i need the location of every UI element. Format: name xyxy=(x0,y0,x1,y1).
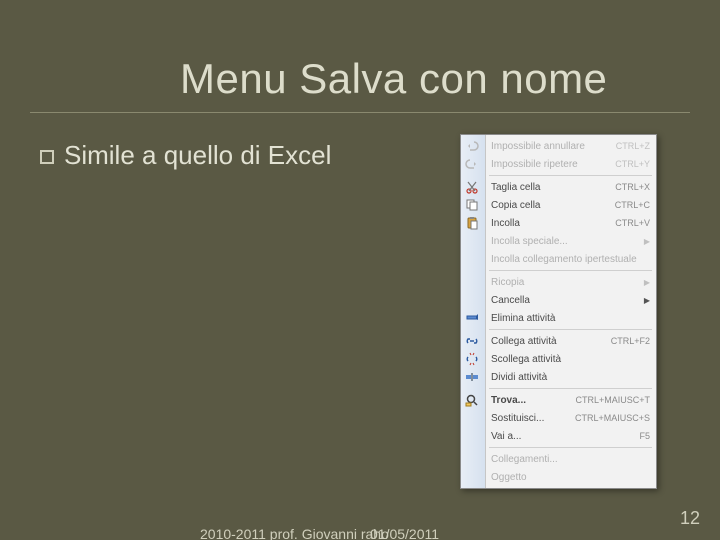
menu-item-shortcut: CTRL+Y xyxy=(615,159,650,169)
menu-item: Collegamenti... xyxy=(461,450,656,468)
menu-item-shortcut: CTRL+F2 xyxy=(611,336,650,346)
copy-icon xyxy=(465,198,479,212)
menu-separator xyxy=(489,175,652,176)
presentation-slide: Menu Salva con nome Simile a quello di E… xyxy=(0,0,720,540)
menu-item[interactable]: Incolla CTRL+V xyxy=(461,214,656,232)
menu-item-shortcut: CTRL+MAIUSC+T xyxy=(575,395,650,405)
menu-item[interactable]: Elimina attività xyxy=(461,309,656,327)
menu-separator xyxy=(489,447,652,448)
submenu-arrow-icon: ▶ xyxy=(644,237,650,246)
menu-item-shortcut: CTRL+C xyxy=(615,200,650,210)
menu-item-shortcut: CTRL+V xyxy=(615,218,650,228)
menu-item-label: Incolla speciale... xyxy=(491,236,638,247)
menu-item-label: Copia cella xyxy=(491,200,609,211)
blank-icon xyxy=(465,452,479,466)
footer-date: 01/05/2011 xyxy=(370,526,439,540)
menu-item: Ricopia ▶ xyxy=(461,273,656,291)
find-icon xyxy=(465,393,479,407)
menu-item-label: Incolla collegamento ipertestuale xyxy=(491,254,650,265)
footer-author: 2010-2011 prof. Giovanni raho xyxy=(200,526,389,540)
menu-item: Oggetto xyxy=(461,468,656,486)
blank-icon xyxy=(465,470,479,484)
slide-body: Simile a quello di Excel xyxy=(40,140,331,171)
menu-separator xyxy=(489,270,652,271)
body-text-content: Simile a quello di Excel xyxy=(64,140,331,171)
menu-item-label: Elimina attività xyxy=(491,313,650,324)
menu-item-label: Impossibile ripetere xyxy=(491,159,609,170)
delete-icon xyxy=(465,311,479,325)
menu-item-label: Impossibile annullare xyxy=(491,141,610,152)
undo-icon xyxy=(465,139,479,153)
menu-item[interactable]: Taglia cella CTRL+X xyxy=(461,178,656,196)
title-underline xyxy=(30,112,690,113)
menu-item-label: Ricopia xyxy=(491,277,638,288)
menu-item-shortcut: F5 xyxy=(639,431,650,441)
menu-item[interactable]: Scollega attività xyxy=(461,350,656,368)
menu-item-shortcut: CTRL+MAIUSC+S xyxy=(575,413,650,423)
menu-item[interactable]: Trova... CTRL+MAIUSC+T xyxy=(461,391,656,409)
blank-icon xyxy=(465,275,479,289)
blank-icon xyxy=(465,429,479,443)
menu-item[interactable]: Vai a... F5 xyxy=(461,427,656,445)
menu-item: Impossibile annullare CTRL+Z xyxy=(461,137,656,155)
redo-icon xyxy=(465,157,479,171)
link-icon xyxy=(465,334,479,348)
slide-title: Menu Salva con nome xyxy=(180,55,690,103)
menu-item[interactable]: Cancella ▶ xyxy=(461,291,656,309)
menu-item-label: Trova... xyxy=(491,395,569,406)
split-icon xyxy=(465,370,479,384)
blank-icon xyxy=(465,293,479,307)
menu-item-label: Vai a... xyxy=(491,431,633,442)
unlink-icon xyxy=(465,352,479,366)
square-bullet-icon xyxy=(40,150,54,164)
menu-item-label: Cancella xyxy=(491,295,638,306)
menu-item-label: Collegamenti... xyxy=(491,454,650,465)
menu-item-label: Oggetto xyxy=(491,472,650,483)
menu-item[interactable]: Sostituisci... CTRL+MAIUSC+S xyxy=(461,409,656,427)
menu-item-label: Collega attività xyxy=(491,336,605,347)
menu-item-label: Dividi attività xyxy=(491,372,650,383)
blank-icon xyxy=(465,234,479,248)
blank-icon xyxy=(465,252,479,266)
submenu-arrow-icon: ▶ xyxy=(644,278,650,287)
menu-item: Incolla speciale... ▶ xyxy=(461,232,656,250)
cut-icon xyxy=(465,180,479,194)
menu-separator xyxy=(489,388,652,389)
context-menu-screenshot: Impossibile annullare CTRL+Z Impossibile r… xyxy=(460,134,657,489)
blank-icon xyxy=(465,411,479,425)
menu-separator xyxy=(489,329,652,330)
menu-item-label: Incolla xyxy=(491,218,609,229)
menu-item-label: Sostituisci... xyxy=(491,413,569,424)
page-number: 12 xyxy=(680,508,700,529)
submenu-arrow-icon: ▶ xyxy=(644,296,650,305)
menu-item-label: Taglia cella xyxy=(491,182,609,193)
menu-item: Impossibile ripetere CTRL+Y xyxy=(461,155,656,173)
menu-item-shortcut: CTRL+X xyxy=(615,182,650,192)
menu-item[interactable]: Copia cella CTRL+C xyxy=(461,196,656,214)
menu-item[interactable]: Dividi attività xyxy=(461,368,656,386)
menu-item[interactable]: Collega attività CTRL+F2 xyxy=(461,332,656,350)
menu-item-shortcut: CTRL+Z xyxy=(616,141,650,151)
menu-item: Incolla collegamento ipertestuale xyxy=(461,250,656,268)
menu-item-label: Scollega attività xyxy=(491,354,650,365)
paste-icon xyxy=(465,216,479,230)
